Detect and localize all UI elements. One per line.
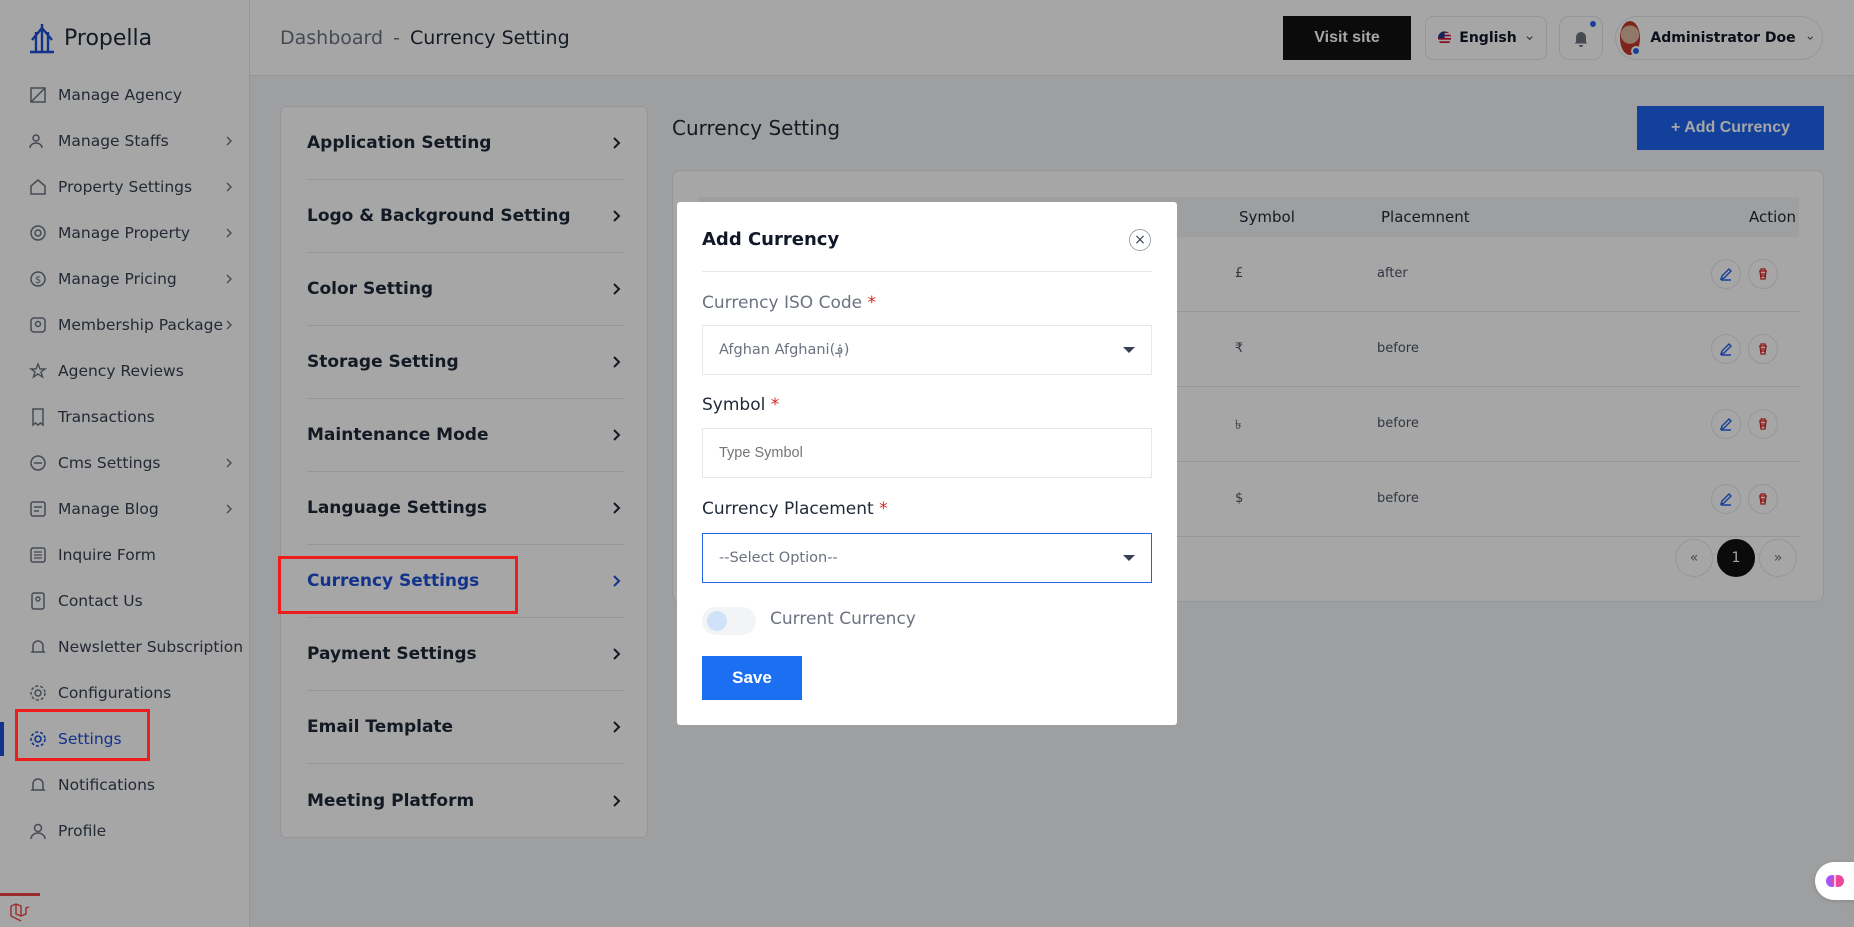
- placement-label-text: Currency Placement: [702, 499, 874, 519]
- caret-down-icon: [1123, 347, 1135, 353]
- iso-code-label-text: Currency ISO Code: [702, 293, 863, 313]
- placement-label: Currency Placement *: [702, 499, 888, 519]
- assistant-button[interactable]: [1815, 862, 1854, 900]
- required-mark: *: [867, 293, 877, 313]
- required-mark: *: [879, 499, 888, 519]
- symbol-label: Symbol *: [702, 395, 779, 415]
- modal-divider: [702, 271, 1152, 272]
- required-mark: *: [770, 395, 780, 415]
- placement-select[interactable]: --Select Option--: [702, 533, 1152, 583]
- brain-icon: [1826, 875, 1844, 887]
- toggle-knob: [707, 611, 727, 631]
- iso-code-label: Currency ISO Code *: [702, 293, 876, 313]
- current-currency-toggle[interactable]: [702, 607, 756, 635]
- current-currency-label: Current Currency: [770, 609, 916, 629]
- placement-value: --Select Option--: [719, 550, 838, 566]
- caret-down-icon: [1123, 555, 1135, 561]
- add-currency-modal: Add Currency × Currency ISO Code * Afgha…: [677, 202, 1177, 725]
- iso-code-select[interactable]: Afghan Afghani(؋): [702, 325, 1152, 375]
- close-icon[interactable]: ×: [1129, 229, 1151, 251]
- symbol-input[interactable]: [702, 428, 1152, 478]
- symbol-label-text: Symbol: [702, 395, 766, 415]
- highlight-currency-settings: [278, 556, 518, 614]
- save-button[interactable]: Save: [702, 656, 802, 700]
- iso-code-value: Afghan Afghani(؋): [719, 342, 850, 358]
- highlight-settings: [15, 709, 150, 761]
- modal-title: Add Currency: [702, 229, 840, 250]
